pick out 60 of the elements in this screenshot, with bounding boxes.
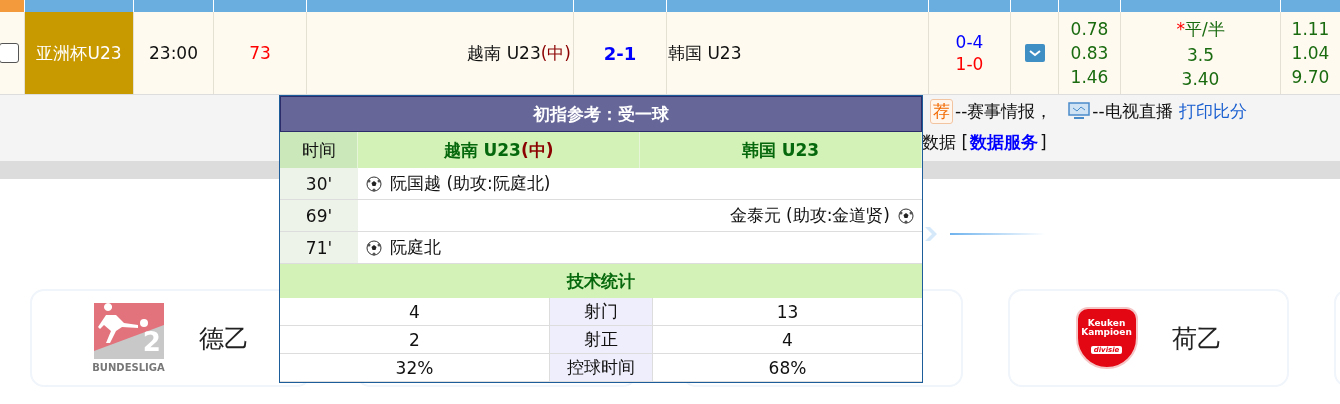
odds-value: 0.83 (1070, 43, 1109, 63)
odds-line: 3.5 (1186, 44, 1214, 65)
stat-value: 2 (280, 326, 549, 354)
match-score: 2-1 (603, 42, 637, 64)
stat-label: 射正 (549, 326, 653, 354)
match-time: 23:00 (149, 43, 198, 63)
header-cell (0, 0, 24, 12)
league-logo (93, 303, 164, 359)
match-minute: 73 (249, 43, 271, 63)
soccer-ball-icon (366, 239, 382, 256)
stat-value: 68% (653, 354, 922, 382)
bracket-text: ] (1040, 132, 1047, 152)
logo-text: Keuken (1087, 319, 1126, 328)
team-header: 越南 U23(中) (358, 132, 640, 168)
home-team: 越南 U23(中) (467, 41, 571, 65)
monitor-icon (1068, 102, 1091, 120)
time-header: 时间 (280, 132, 358, 168)
odds-value: 1.46 (1070, 67, 1109, 87)
stat-label: 控球时间 (549, 354, 653, 382)
goal-scorer: 阮国越 (助攻:阮庭北) (390, 172, 551, 195)
odds-line: *平/半 (1176, 17, 1225, 41)
odds-value: 0.78 (1070, 19, 1109, 39)
header-cell (1280, 0, 1340, 12)
section-title: 技术统计 (280, 264, 922, 298)
logo-text: Kampioen (1081, 328, 1132, 338)
league-cell: 亚洲杯U23 (24, 12, 133, 94)
recommend-badge: 荐 (930, 98, 953, 124)
league-name: 荷乙 (1171, 322, 1222, 355)
event-time: 30' (280, 168, 358, 200)
data-service-link[interactable]: 数据服务 (970, 130, 1039, 154)
print-link[interactable]: 打印比分 (1178, 99, 1247, 123)
goal-scorer: 金泰元 (助攻:金道贤) (729, 204, 890, 227)
row-checkbox[interactable] (0, 43, 19, 63)
odds-value: 9.70 (1291, 67, 1330, 87)
header-cell (1058, 0, 1120, 12)
event-time: 71' (280, 232, 358, 264)
goal-scorer: 阮庭北 (390, 236, 441, 259)
stat-value: 4 (653, 326, 922, 354)
soccer-ball-icon (898, 207, 914, 224)
stat-value: 4 (280, 298, 549, 326)
half-score: 0-4 (955, 32, 984, 52)
header-cell (1010, 0, 1058, 12)
away-team: 韩国 U23 (668, 41, 742, 65)
odds-value: 1.04 (1291, 43, 1330, 63)
league-name: 德乙 (198, 322, 249, 355)
stat-label: 射门 (549, 298, 653, 326)
half-score: 1-0 (955, 54, 984, 74)
dropdown-icon[interactable] (1024, 44, 1045, 62)
legend-text: --赛事情报， (955, 99, 1053, 123)
odds-value: 1.11 (1291, 19, 1330, 39)
soccer-ball-icon (366, 175, 382, 192)
odds-line: 3.40 (1181, 68, 1220, 89)
team-header: 韩国 U23 (640, 132, 922, 168)
stat-value: 13 (653, 298, 922, 326)
event-time: 69' (280, 200, 358, 232)
legend-text: --电视直播 (1092, 99, 1173, 123)
popup-title: 初指参考：受一球 (280, 96, 922, 132)
data-text: 数据 [ (922, 130, 969, 154)
logo-text: BUNDESLIGA (92, 362, 165, 373)
stat-value: 32% (280, 354, 549, 382)
